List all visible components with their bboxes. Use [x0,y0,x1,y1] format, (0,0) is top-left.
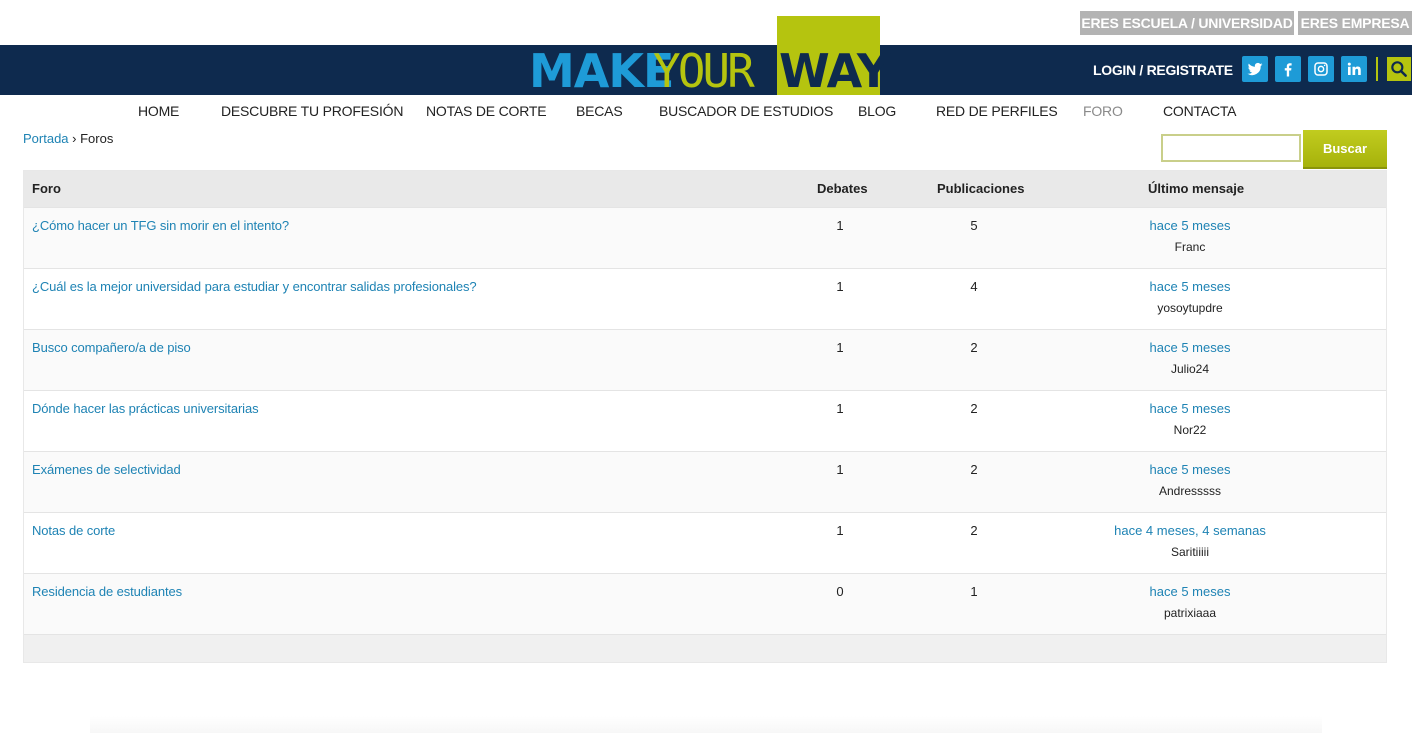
utility-bar: ERES ESCUELA / UNIVERSIDAD ERES EMPRESA [1080,11,1412,35]
header-separator [1376,57,1378,81]
forum-title-link[interactable]: Notas de corte [32,523,115,538]
nav-contacta[interactable]: CONTACTA [1163,103,1237,119]
table-row: Dónde hacer las prácticas universitarias… [24,390,1386,451]
login-register-link[interactable]: LOGIN / REGISTRATE [1093,62,1233,78]
nav-foro[interactable]: FORO [1083,103,1123,119]
posts-count: 2 [970,462,978,477]
facebook-icon[interactable] [1275,56,1301,82]
breadcrumb-separator: › [68,131,81,146]
social-links [1242,56,1411,82]
main-nav: HOME DESCUBRE TU PROFESIÓN NOTAS DE CORT… [0,103,1412,121]
logo-your: YOUR [653,44,755,98]
last-post-time-link[interactable]: hace 5 meses [1090,401,1290,416]
topics-count: 1 [836,340,844,355]
breadcrumb-current: Foros [80,131,114,146]
posts-count: 4 [970,279,978,294]
posts-count: 2 [970,401,978,416]
last-post-user: Franc [1174,240,1206,254]
last-post: hace 5 meses Andresssss [1090,462,1290,498]
company-button[interactable]: ERES EMPRESA [1298,11,1412,35]
nav-notas-de-corte[interactable]: NOTAS DE CORTE [426,103,547,119]
forum-title-link[interactable]: Residencia de estudiantes [32,584,182,599]
table-row: Exámenes de selectividad 1 2 hace 5 mese… [24,451,1386,512]
forum-title-link[interactable]: Exámenes de selectividad [32,462,181,477]
search-button[interactable]: Buscar [1303,130,1387,169]
page-bottom-fade [90,716,1322,733]
nav-home[interactable]: HOME [138,103,179,119]
forum-title-link[interactable]: Busco compañero/a de piso [32,340,191,355]
school-university-button[interactable]: ERES ESCUELA / UNIVERSIDAD [1080,11,1294,35]
table-row: ¿Cuál es la mejor universidad para estud… [24,268,1386,329]
table-row: Busco compañero/a de piso 1 2 hace 5 mes… [24,329,1386,390]
table-row: ¿Cómo hacer un TFG sin morir en el inten… [24,207,1386,268]
last-post-user: Julio24 [1170,362,1210,376]
last-post-time-link[interactable]: hace 5 meses [1090,340,1290,355]
table-row: Notas de corte 1 2 hace 4 meses, 4 seman… [24,512,1386,573]
nav-buscador-de-estudios[interactable]: BUSCADOR DE ESTUDIOS [659,103,833,119]
posts-count: 1 [970,584,978,599]
topics-count: 1 [836,523,844,538]
last-post-time-link[interactable]: hace 4 meses, 4 semanas [1090,523,1290,538]
topics-count: 1 [836,401,844,416]
nav-becas[interactable]: BECAS [576,103,623,119]
table-footer [24,634,1386,662]
topics-count: 1 [836,218,844,233]
header-posts: Publicaciones [937,181,1025,196]
instagram-icon[interactable] [1308,56,1334,82]
table-header: Foro Debates Publicaciones Último mensaj… [24,171,1386,207]
last-post-time-link[interactable]: hace 5 meses [1090,462,1290,477]
nav-red-de-perfiles[interactable]: RED DE PERFILES [936,103,1058,119]
site-logo[interactable]: MAKE YOUR WAY [529,16,890,98]
last-post: hace 5 meses Nor22 [1090,401,1290,437]
header-forum: Foro [32,181,61,196]
forum-table: Foro Debates Publicaciones Último mensaj… [23,170,1387,663]
posts-count: 2 [970,340,978,355]
forum-title-link[interactable]: ¿Cómo hacer un TFG sin morir en el inten… [32,218,289,233]
forum-title-link[interactable]: ¿Cuál es la mejor universidad para estud… [32,279,477,294]
last-post-user: patrixiaaa [1163,606,1217,620]
last-post-time-link[interactable]: hace 5 meses [1090,584,1290,599]
last-post-user: Andresssss [1158,484,1222,498]
last-post-user: Saritiiiii [1170,545,1209,559]
logo-way: WAY [779,44,890,98]
table-row: Residencia de estudiantes 0 1 hace 5 mes… [24,573,1386,634]
posts-count: 5 [970,218,978,233]
last-post-time-link[interactable]: hace 5 meses [1090,218,1290,233]
topics-count: 1 [836,279,844,294]
breadcrumb-home-link[interactable]: Portada [23,131,69,146]
breadcrumb: Portada › Foros [23,131,113,146]
header-topics: Debates [817,181,868,196]
forum-title-link[interactable]: Dónde hacer las prácticas universitarias [32,401,259,416]
nav-blog[interactable]: BLOG [858,103,896,119]
last-post-time-link[interactable]: hace 5 meses [1090,279,1290,294]
header-search-icon[interactable] [1387,57,1411,81]
linkedin-icon[interactable] [1341,56,1367,82]
nav-descubre-tu-profesion[interactable]: DESCUBRE TU PROFESIÓN [221,103,403,119]
topics-count: 0 [836,584,844,599]
twitter-icon[interactable] [1242,56,1268,82]
logo-make: MAKE [529,44,674,98]
last-post: hace 5 meses Franc [1090,218,1290,254]
last-post-user: yosoytupdre [1157,301,1223,315]
topics-count: 1 [836,462,844,477]
header-last-post: Último mensaje [1148,181,1245,196]
last-post-user: Nor22 [1173,423,1207,437]
posts-count: 2 [970,523,978,538]
forum-search-input[interactable] [1161,134,1301,162]
last-post: hace 5 meses yosoytupdre [1090,279,1290,315]
last-post: hace 5 meses patrixiaaa [1090,584,1290,620]
last-post: hace 5 meses Julio24 [1090,340,1290,376]
last-post: hace 4 meses, 4 semanas Saritiiiii [1090,523,1290,559]
